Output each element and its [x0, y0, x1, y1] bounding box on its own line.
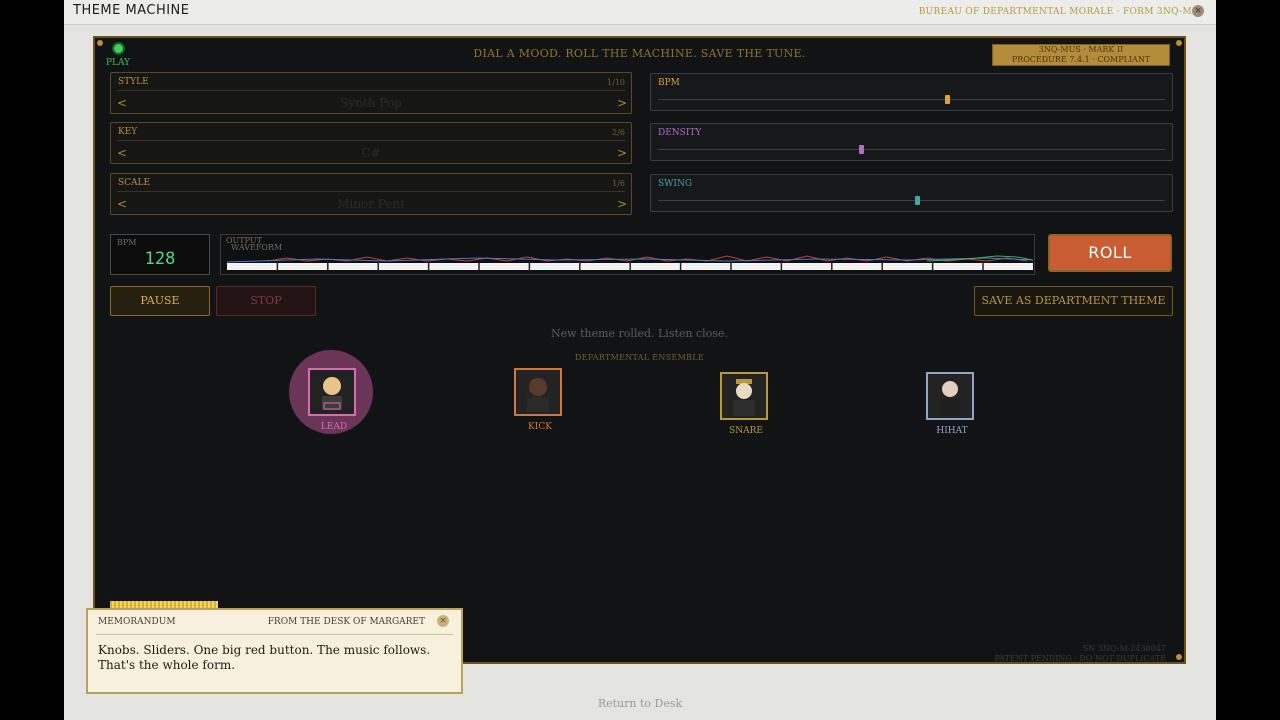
style-value: Synth Pop [340, 96, 402, 110]
rivet [97, 40, 103, 46]
scale-count: 1/6 [612, 179, 625, 188]
style-selector[interactable]: STYLE 1/10 < Synth Pop > [110, 72, 632, 114]
theme-machine-console: PLAY DIAL A MOOD. ROLL THE MACHINE. SAVE… [93, 36, 1186, 664]
close-icon[interactable]: × [1192, 5, 1204, 17]
kick-label: KICK [528, 422, 552, 432]
key-label: KEY [118, 127, 138, 137]
memo-from: FROM THE DESK OF MARGARET [267, 617, 425, 627]
serial-number: SN 3NQ-M-2438047 [1082, 644, 1166, 653]
waveform-label: WAVEFORM [231, 243, 283, 252]
bpm-slider-label: BPM [658, 78, 680, 88]
stop-button[interactable]: STOP [216, 286, 316, 316]
app-title: THEME MACHINE [73, 3, 190, 18]
snare-avatar[interactable] [720, 372, 768, 420]
model-plate: 3NQ-MUS · MARK II PROCEDURE 7.4.1 · COMP… [992, 44, 1170, 66]
form-reference: BUREAU OF DEPARTMENTAL MORALE · FORM 3NQ… [918, 7, 1192, 17]
lead-label: LEAD [320, 422, 348, 432]
chevron-right-icon[interactable]: > [617, 96, 627, 110]
scale-value: Minor Pent [337, 197, 405, 211]
kick-avatar[interactable] [514, 368, 562, 416]
divider [117, 140, 625, 141]
bpm-display-label: BPM [117, 238, 137, 247]
return-to-desk-link[interactable]: Return to Desk [0, 697, 1280, 710]
bpm-display: BPM 128 [110, 234, 210, 275]
rivet [1176, 654, 1182, 660]
key-selector[interactable]: KEY 2/6 < C# > [110, 122, 632, 164]
memo-body: Knobs. Sliders. One big red button. The … [98, 643, 431, 672]
divider [96, 634, 453, 635]
slider-handle[interactable] [914, 196, 920, 205]
lead-avatar[interactable] [308, 368, 356, 416]
slider-track [658, 149, 1165, 150]
pause-button[interactable]: PAUSE [110, 286, 210, 316]
slider-handle[interactable] [858, 145, 864, 154]
divider [117, 90, 625, 91]
avatar-portrait [733, 379, 755, 416]
model-plate-line: PROCEDURE 7.4.1 · COMPLIANT [1011, 55, 1151, 64]
rivet [1176, 40, 1182, 46]
bpm-display-value: 128 [144, 249, 176, 269]
style-count: 1/10 [607, 78, 625, 87]
save-as-department-theme-button[interactable]: SAVE AS DEPARTMENT THEME [974, 286, 1173, 316]
model-plate-line: 3NQ-MUS · MARK II [1038, 45, 1124, 54]
slider-track [658, 200, 1165, 201]
dismiss-icon[interactable]: × [437, 615, 449, 627]
snare-label: SNARE [729, 426, 763, 436]
title-bar: THEME MACHINE BUREAU OF DEPARTMENTAL MOR… [64, 0, 1216, 25]
chevron-right-icon[interactable]: > [617, 146, 627, 160]
memo-heading: MEMORANDUM [98, 617, 176, 627]
bpm-slider[interactable]: BPM [650, 73, 1173, 111]
memo-card: MEMORANDUM FROM THE DESK OF MARGARET × K… [86, 608, 463, 694]
density-slider[interactable]: DENSITY [650, 123, 1173, 161]
scale-selector[interactable]: SCALE 1/6 < Minor Pent > [110, 173, 632, 215]
divider [117, 191, 625, 192]
hihat-label: HIHAT [936, 426, 968, 436]
key-value: C# [361, 146, 381, 160]
slider-track [658, 99, 1165, 100]
style-label: STYLE [118, 77, 149, 87]
key-count: 2/6 [612, 128, 625, 137]
avatar-portrait [527, 378, 549, 412]
scale-label: SCALE [118, 178, 151, 188]
patent-notice: PATENT PENDING · DO NOT DUPLICATE [994, 654, 1166, 663]
output-panel: OUTPUT WAVEFORM [220, 234, 1035, 275]
slider-handle[interactable] [944, 95, 950, 104]
tape-strip [110, 601, 218, 608]
avatar-portrait [939, 381, 961, 416]
hihat-avatar[interactable] [926, 372, 974, 420]
swing-slider[interactable]: SWING [650, 174, 1173, 212]
chevron-right-icon[interactable]: > [617, 197, 627, 211]
avatar-portrait [322, 377, 342, 410]
roll-button[interactable]: ROLL [1048, 234, 1172, 272]
status-message: New theme rolled. Listen close. [551, 327, 728, 340]
waveform-display [227, 255, 1033, 270]
swing-slider-label: SWING [658, 179, 693, 189]
ensemble-title: DEPARTMENTAL ENSEMBLE [574, 353, 705, 362]
density-slider-label: DENSITY [658, 128, 702, 138]
